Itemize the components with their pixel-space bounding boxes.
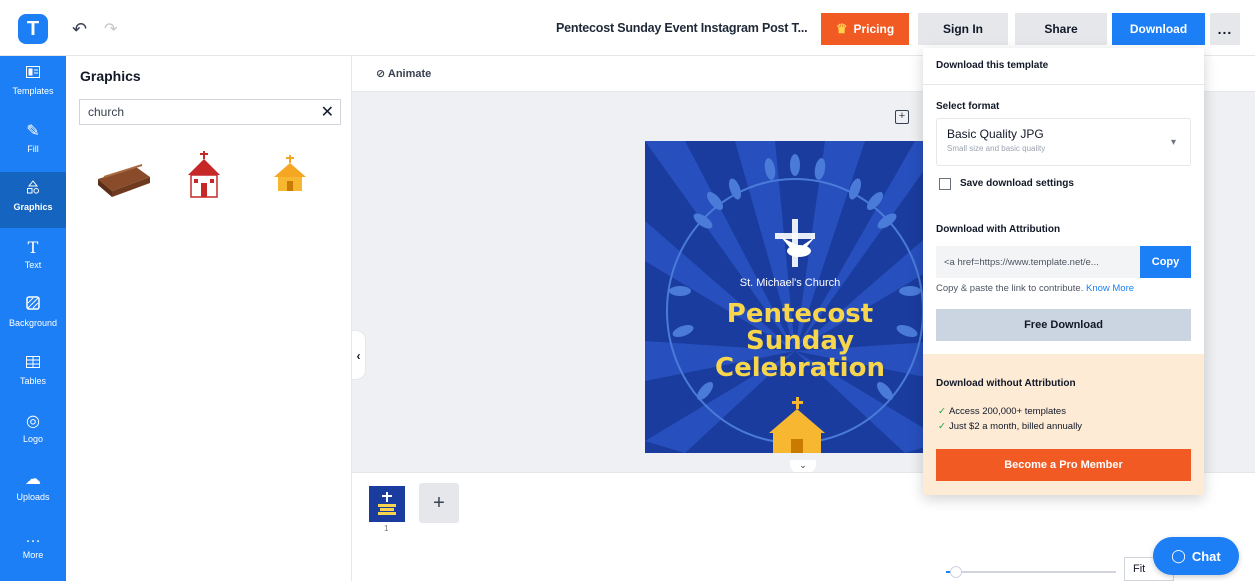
- zoom-slider-handle[interactable]: [950, 566, 963, 578]
- copy-button[interactable]: Copy: [1140, 246, 1191, 278]
- page-number: 1: [384, 524, 389, 533]
- sidebar-label: Logo: [22, 434, 44, 444]
- wooden-pew-graphic[interactable]: [94, 151, 154, 201]
- left-sidebar: Templates ✎ Fill Graphics T Text Backgro…: [0, 56, 66, 581]
- check-icon: ✓: [938, 421, 946, 432]
- document-title[interactable]: Pentecost Sunday Event Instagram Post T.…: [556, 21, 808, 35]
- sidebar-label: Uploads: [16, 492, 50, 502]
- animate-icon: ⊘: [376, 68, 386, 80]
- sidebar-item-background[interactable]: Background: [0, 288, 66, 344]
- collapse-panel-button[interactable]: ‹: [352, 330, 366, 380]
- more-options-button[interactable]: ...: [1210, 13, 1240, 45]
- tables-icon: [0, 354, 66, 374]
- add-page-button[interactable]: +: [419, 483, 459, 523]
- crown-icon: ♛: [835, 21, 848, 36]
- graphics-icon: [0, 180, 66, 200]
- fill-icon: ✎: [26, 123, 40, 140]
- panel-title: Graphics: [80, 68, 141, 84]
- check-icon: ✓: [938, 406, 946, 417]
- pro-benefit: ✓ Access 200,000+ templates: [938, 406, 1066, 417]
- sidebar-item-uploads[interactable]: ☁ Uploads: [0, 462, 66, 518]
- sidebar-label: Tables: [19, 376, 46, 386]
- format-value: Basic Quality JPG: [947, 127, 1044, 141]
- attribution-row: Copy: [936, 246, 1191, 278]
- copy-hint: Copy & paste the link to contribute. Kno…: [936, 283, 1134, 294]
- animate-label: Animate: [387, 68, 432, 80]
- pro-benefit: ✓ Just $2 a month, billed annually: [938, 421, 1082, 432]
- sidebar-label: Graphics: [13, 202, 53, 212]
- chat-label: Chat: [1191, 548, 1221, 564]
- undo-icon[interactable]: ↶: [72, 19, 87, 40]
- zoom-slider[interactable]: [946, 566, 1116, 578]
- design-background-art: [645, 141, 945, 453]
- pricing-label: Pricing: [853, 22, 895, 36]
- headline-line-1: Pentecost: [726, 299, 874, 329]
- red-church-graphic[interactable]: [176, 151, 236, 201]
- more-icon: …: [25, 529, 41, 546]
- sidebar-item-templates[interactable]: Templates: [0, 56, 66, 112]
- with-attribution-label: Download with Attribution: [936, 224, 1061, 235]
- redo-icon[interactable]: ↷: [104, 19, 117, 39]
- headline-line-3: Celebration: [715, 353, 885, 383]
- sidebar-label: More: [22, 550, 44, 560]
- sidebar-label: Text: [24, 260, 42, 270]
- sidebar-item-more[interactable]: … More: [0, 520, 66, 576]
- search-box: ✕: [79, 99, 341, 125]
- pricing-button[interactable]: ♛ Pricing: [821, 13, 909, 45]
- sidebar-item-tables[interactable]: Tables: [0, 346, 66, 402]
- background-icon: [0, 296, 66, 316]
- logo-icon: ◎: [26, 413, 40, 430]
- sidebar-label: Templates: [12, 86, 54, 96]
- without-attribution-label: Download without Attribution: [936, 378, 1076, 389]
- sidebar-label: Fill: [27, 144, 39, 154]
- attribution-code-field[interactable]: [936, 246, 1140, 278]
- pro-benefit-text: Access 200,000+ templates: [948, 406, 1066, 417]
- animate-button[interactable]: ⊘ Animate: [376, 67, 431, 80]
- download-dropdown: Download this template Select format Bas…: [923, 48, 1204, 495]
- know-more-link[interactable]: Know More: [1086, 283, 1134, 294]
- become-pro-button[interactable]: Become a Pro Member: [936, 449, 1191, 481]
- pro-section: Download without Attribution ✓ Access 200…: [923, 354, 1204, 495]
- save-settings-checkbox[interactable]: [939, 178, 951, 190]
- chevron-down-icon: ▾: [1170, 137, 1176, 148]
- templates-icon: [0, 64, 66, 84]
- sign-in-button[interactable]: Sign In: [918, 13, 1008, 45]
- sidebar-item-text[interactable]: T Text: [0, 230, 66, 286]
- sidebar-item-graphics[interactable]: Graphics: [0, 172, 66, 228]
- design-canvas[interactable]: St. Michael's Church Pentecost Sunday Ce…: [645, 141, 945, 453]
- share-button[interactable]: Share: [1015, 13, 1107, 45]
- clear-search-icon[interactable]: ✕: [321, 102, 334, 122]
- pro-benefit-text: Just $2 a month, billed annually: [948, 421, 1083, 432]
- format-select[interactable]: Basic Quality JPG Small size and basic q…: [936, 118, 1191, 166]
- text-icon: T: [27, 238, 39, 257]
- add-element-icon[interactable]: +: [895, 110, 909, 124]
- copy-hint-text: Copy & paste the link to contribute.: [936, 283, 1084, 294]
- download-button[interactable]: Download: [1112, 13, 1205, 45]
- save-settings-label: Save download settings: [960, 178, 1074, 189]
- select-format-label: Select format: [936, 101, 1000, 112]
- sidebar-label: Background: [8, 318, 58, 328]
- page-thumbnail[interactable]: [369, 486, 405, 522]
- app-logo[interactable]: T: [18, 14, 48, 44]
- chat-button[interactable]: ◯ Chat: [1153, 537, 1239, 575]
- free-download-button[interactable]: Free Download: [936, 309, 1191, 341]
- download-dropdown-header: Download this template: [923, 48, 1204, 85]
- chevron-left-icon: ‹: [356, 349, 361, 363]
- graphics-panel: Graphics ✕: [66, 56, 352, 581]
- headline-line-2: Sunday: [745, 326, 855, 356]
- orange-church-graphic[interactable]: [262, 151, 322, 201]
- sidebar-item-fill[interactable]: ✎ Fill: [0, 114, 66, 170]
- chat-bubble-icon: ◯: [1171, 548, 1186, 563]
- sidebar-item-logo[interactable]: ◎ Logo: [0, 404, 66, 460]
- church-name-text: St. Michael's Church: [739, 277, 841, 289]
- uploads-icon: ☁: [25, 471, 41, 488]
- format-description: Small size and basic quality: [947, 144, 1046, 153]
- search-input[interactable]: [80, 100, 300, 124]
